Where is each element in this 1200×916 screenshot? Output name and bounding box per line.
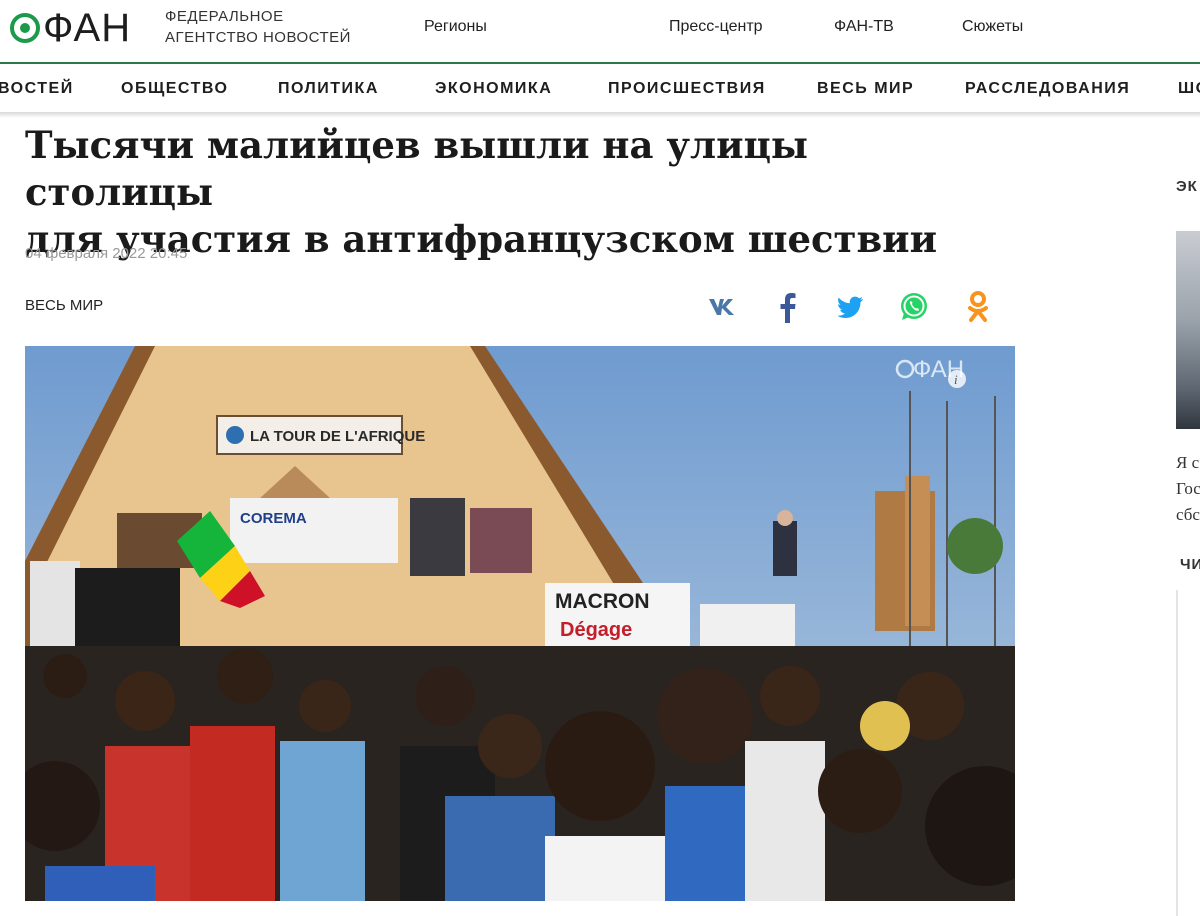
category-news[interactable]: ВОСТЕЙ <box>0 80 74 98</box>
whatsapp-glyph <box>901 293 927 320</box>
category-incidents[interactable]: ПРОИСШЕСТВИЯ <box>608 80 766 98</box>
sidebar-text-1[interactable]: Я с <box>1176 453 1199 473</box>
agency-line-2: агентство новостей <box>165 29 351 46</box>
protest-photo-illustration: LA TOUR DE L'AFRIQUE COREMA MACRON Dégag… <box>25 346 1015 901</box>
twitter-glyph <box>838 296 863 318</box>
sidebar-heading-2: ЧИ <box>1180 556 1200 573</box>
category-bar-shadow <box>0 112 1200 118</box>
nav-regions[interactable]: Регионы <box>424 18 487 36</box>
tower-sign-text: LA TOUR DE L'AFRIQUE <box>250 428 425 445</box>
article-date: 04 февраля 2022 20:45 <box>25 245 188 262</box>
twitter-share-icon[interactable] <box>834 290 868 324</box>
sidebar-heading: ЭК <box>1176 178 1198 195</box>
odnoklassniki-glyph <box>968 291 988 322</box>
facebook-share-icon[interactable] <box>771 290 805 324</box>
category-investigations[interactable]: РАССЛЕДОВАНИЯ <box>965 80 1130 98</box>
sidebar-divider <box>1176 590 1178 916</box>
category-more[interactable]: ШО <box>1178 80 1200 98</box>
whatsapp-share-icon[interactable] <box>897 290 931 324</box>
top-bar: ФАН Федеральное агентство новостей Регио… <box>0 0 1200 62</box>
category-society[interactable]: ОБЩЕСТВО <box>121 80 228 98</box>
sidebar-image[interactable] <box>1176 231 1200 429</box>
headline-line-1: Тысячи малийцев вышли на улицы столицы <box>25 123 808 214</box>
banner-macron-text: MACRON <box>555 590 650 613</box>
sidebar-text-3[interactable]: сбс <box>1176 505 1200 525</box>
info-icon-glyph: i <box>954 372 958 387</box>
vk-glyph <box>709 299 734 315</box>
nav-fan-tv[interactable]: ФАН-ТВ <box>834 18 894 36</box>
banner-degage-text: Dégage <box>560 619 632 641</box>
nav-stories[interactable]: Сюжеты <box>962 18 1023 36</box>
fan-logo[interactable]: ФАН <box>10 8 131 48</box>
article-photo[interactable]: LA TOUR DE L'AFRIQUE COREMA MACRON Dégag… <box>25 346 1015 901</box>
category-economy[interactable]: ЭКОНОМИКА <box>435 80 552 98</box>
odnoklassniki-share-icon[interactable] <box>961 290 995 324</box>
sidebar-text-2[interactable]: Гос <box>1176 479 1200 499</box>
logo-circle-icon <box>10 13 40 43</box>
agency-line-1: Федеральное <box>165 8 284 25</box>
vk-share-icon[interactable] <box>706 290 740 324</box>
category-politics[interactable]: ПОЛИТИКА <box>278 80 379 98</box>
category-world[interactable]: ВЕСЬ МИР <box>817 80 914 98</box>
nav-press-center[interactable]: Пресс-центр <box>669 18 763 36</box>
article-headline: Тысячи малийцев вышли на улицы столицы д… <box>25 122 985 263</box>
logo-text: ФАН <box>43 6 132 50</box>
category-bar: ВОСТЕЙ ОБЩЕСТВО ПОЛИТИКА ЭКОНОМИКА ПРОИС… <box>0 64 1200 112</box>
banner-corema-text: COREMA <box>240 510 307 527</box>
article-section-link[interactable]: ВЕСЬ МИР <box>25 297 103 314</box>
facebook-glyph <box>780 293 796 323</box>
agency-name: Федеральное агентство новостей <box>165 6 351 48</box>
